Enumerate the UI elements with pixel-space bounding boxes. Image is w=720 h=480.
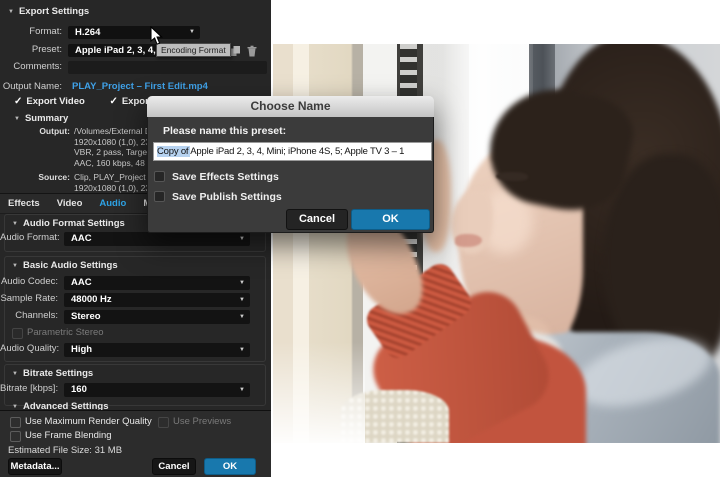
save-effects-settings-row: Save Effects Settings: [154, 170, 279, 183]
chevron-down-icon: ▼: [189, 29, 195, 35]
tab-audio[interactable]: Audio: [99, 198, 126, 209]
audio-quality-label: Audio Quality:: [0, 343, 60, 354]
bitrate-value: 160: [71, 384, 87, 395]
use-max-render-quality-label: Use Maximum Render Quality: [25, 416, 152, 427]
summary-source-label: Source:: [38, 172, 70, 182]
selected-input-text: Copy of: [157, 146, 191, 157]
cancel-button[interactable]: Cancel: [152, 458, 196, 475]
bitrate-settings-header[interactable]: ▼ Bitrate Settings: [12, 368, 93, 379]
use-frame-blending-checkbox[interactable]: [10, 431, 21, 442]
dialog-prompt: Please name this preset:: [163, 125, 287, 137]
save-publish-label: Save Publish Settings: [172, 191, 282, 203]
comments-input[interactable]: [68, 61, 267, 74]
summary-header[interactable]: ▼ Summary: [14, 113, 68, 124]
collapse-triangle-icon: ▼: [8, 9, 14, 15]
audio-codec-dropdown[interactable]: AAC ▼: [64, 276, 250, 290]
export-settings-panel: ▼ Export Settings Format: H.264 ▼ Preset:…: [0, 0, 271, 477]
collapse-triangle-icon: ▼: [12, 263, 18, 269]
collapse-triangle-icon: ▼: [12, 371, 18, 377]
format-dropdown[interactable]: H.264 ▼: [68, 26, 200, 39]
export-settings-title: Export Settings: [18, 6, 90, 17]
mouse-cursor: [150, 26, 163, 45]
save-publish-settings-row: Save Publish Settings: [154, 190, 282, 203]
window-light-glare: [273, 342, 365, 443]
use-frame-blending-label: Use Frame Blending: [25, 430, 112, 441]
bitrate-settings-title: Bitrate Settings: [22, 368, 94, 379]
panel-footer: Use Maximum Render Quality Use Previews …: [0, 410, 271, 477]
estimated-file-size: Estimated File Size: 31 MB: [8, 445, 123, 456]
parametric-stereo-checkbox[interactable]: [12, 328, 23, 339]
dialog-cancel-button[interactable]: Cancel: [286, 209, 348, 230]
output-name-link[interactable]: PLAY_Project – First Edit.mp4: [72, 81, 208, 92]
input-text: Apple iPad 2, 3, 4, Mini; iPhone 4S, 5; …: [190, 146, 405, 157]
basic-audio-settings-header[interactable]: ▼ Basic Audio Settings: [12, 260, 118, 271]
audio-format-settings-title: Audio Format Settings: [22, 218, 125, 229]
chevron-down-icon: ▼: [239, 314, 245, 320]
save-publish-checkbox[interactable]: [154, 191, 165, 202]
channels-label: Channels:: [15, 310, 58, 321]
choose-name-dialog: Choose Name Please name this preset: Cop…: [147, 96, 434, 233]
chevron-down-icon: ▼: [239, 297, 245, 303]
ok-button[interactable]: OK: [204, 458, 256, 475]
audio-format-settings-header[interactable]: ▼ Audio Format Settings: [12, 218, 125, 229]
channels-value: Stereo: [71, 311, 101, 322]
bitrate-label: Bitrate [kbps]:: [0, 383, 59, 394]
audio-format-dropdown[interactable]: AAC ▼: [64, 232, 250, 246]
output-name-label: Output Name:: [2, 81, 62, 92]
use-previews-label: Use Previews: [173, 416, 232, 427]
save-effects-checkbox[interactable]: [154, 171, 165, 182]
dialog-cancel-label: Cancel: [298, 213, 336, 225]
audio-codec-value: AAC: [71, 277, 92, 288]
sample-rate-label: Sample Rate:: [0, 293, 58, 304]
dialog-body: Please name this preset: Copy of Apple i…: [147, 117, 434, 233]
screenshot-root: ▼ Export Settings Format: H.264 ▼ Preset:…: [0, 0, 720, 480]
audio-format-label: Audio Format:: [0, 232, 60, 243]
dialog-ok-label: OK: [382, 213, 399, 225]
format-value: H.264: [75, 27, 101, 38]
basic-audio-settings-title: Basic Audio Settings: [22, 260, 118, 271]
check-icon: ✓: [109, 96, 118, 107]
bitrate-dropdown[interactable]: 160 ▼: [64, 383, 250, 397]
collapse-triangle-icon: ▼: [14, 116, 20, 122]
encoding-format-tooltip: Encoding Format: [156, 43, 231, 57]
dialog-title: Choose Name: [250, 99, 331, 113]
chevron-down-icon: ▼: [239, 236, 245, 242]
export-settings-header[interactable]: ▼ Export Settings: [8, 6, 89, 17]
metadata-button[interactable]: Metadata...: [8, 458, 62, 475]
delete-preset-trash-icon[interactable]: [246, 45, 258, 57]
save-effects-label: Save Effects Settings: [172, 171, 279, 183]
dialog-titlebar[interactable]: Choose Name: [147, 96, 434, 118]
check-icon: ✓: [14, 96, 23, 107]
audio-quality-value: High: [71, 344, 93, 355]
import-preset-button[interactable]: [229, 45, 241, 57]
audio-codec-label: Audio Codec:: [0, 276, 58, 287]
preset-label: Preset:: [31, 44, 62, 55]
format-label: Format:: [29, 26, 62, 37]
parametric-stereo-label: Parametric Stereo: [27, 327, 104, 338]
sample-rate-dropdown[interactable]: 48000 Hz ▼: [64, 293, 250, 307]
channels-dropdown[interactable]: Stereo ▼: [64, 310, 250, 324]
chevron-down-icon: ▼: [239, 280, 245, 286]
tab-effects[interactable]: Effects: [8, 198, 40, 209]
chevron-down-icon: ▼: [239, 347, 245, 353]
summary-output-label: Output:: [39, 126, 70, 136]
summary-title: Summary: [24, 113, 69, 124]
audio-quality-dropdown[interactable]: High ▼: [64, 343, 250, 357]
cancel-button-label: Cancel: [158, 461, 190, 472]
collapse-triangle-icon: ▼: [12, 221, 18, 227]
use-previews-checkbox[interactable]: [158, 417, 169, 428]
comments-label: Comments:: [13, 61, 62, 72]
use-max-render-quality-checkbox[interactable]: [10, 417, 21, 428]
boy-eye: [496, 172, 528, 181]
export-video-label: Export Video: [26, 96, 85, 107]
tab-video[interactable]: Video: [57, 198, 83, 209]
sample-rate-value: 48000 Hz: [71, 294, 112, 305]
metadata-button-label: Metadata...: [10, 461, 60, 472]
ok-button-label: OK: [222, 461, 238, 472]
preset-name-input[interactable]: Copy of Apple iPad 2, 3, 4, Mini; iPhone…: [153, 142, 432, 161]
audio-format-value: AAC: [71, 233, 92, 244]
export-video-checkbox[interactable]: ✓ Export Video: [14, 96, 85, 107]
chevron-down-icon: ▼: [239, 387, 245, 393]
dialog-ok-button[interactable]: OK: [351, 209, 430, 230]
